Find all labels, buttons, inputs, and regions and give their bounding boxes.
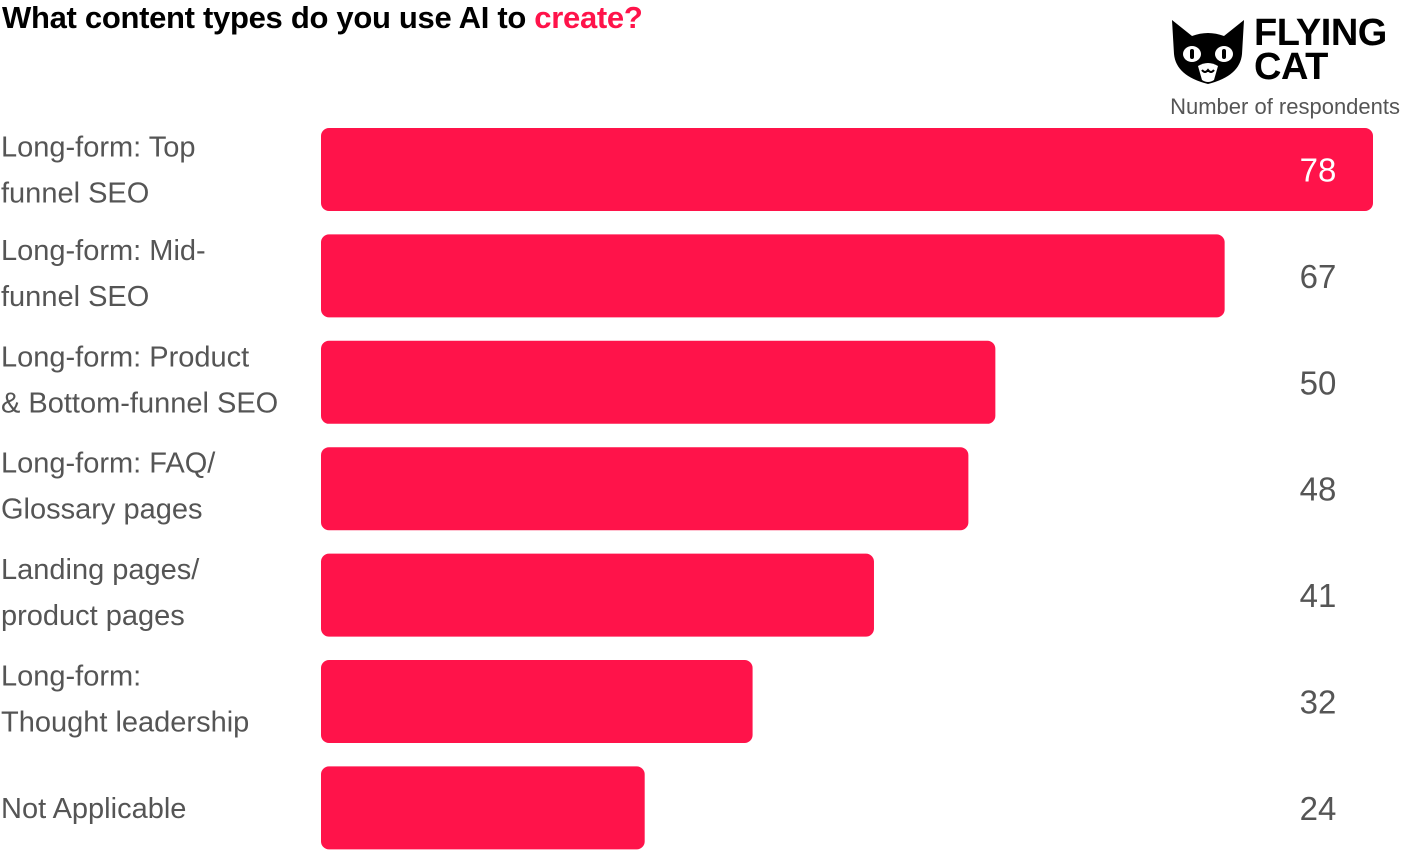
category-label: Long-form: Top funnel SEO	[1, 132, 196, 210]
bar	[321, 447, 969, 531]
bar	[321, 128, 1373, 211]
bar-row: Long-form: Mid-funnel SEO 67	[1, 234, 1337, 318]
value-label: 32	[1300, 684, 1337, 721]
bar-row: Long-form: Thought leadership 32	[1, 660, 1336, 743]
category-label: Long-form: Mid-funnel SEO	[1, 235, 206, 313]
bar	[321, 553, 874, 637]
bar	[321, 234, 1225, 318]
bar-chart: Long-form: Top funnel SEO 78 Long-form: Mid…	[1, 128, 1373, 850]
value-label: 41	[1300, 577, 1337, 614]
bar-row: Long-form: FAQ/Glossary pages 48	[1, 447, 1337, 531]
value-label: 48	[1300, 471, 1337, 508]
value-label: 50	[1300, 364, 1337, 401]
bar-row: Not Applicable 24	[1, 766, 1337, 850]
category-label: Landing pages/product pages	[1, 554, 200, 632]
bar-row: Long-form: Top funnel SEO 78	[1, 128, 1373, 211]
value-label: 24	[1300, 790, 1337, 827]
bar-row: Landing pages/product pages 41	[1, 553, 1337, 637]
bar	[321, 340, 996, 424]
bar-row: Long-form: Product & Bottom-funnel SEO 50	[1, 340, 1337, 424]
category-label: Not Applicable	[1, 793, 186, 825]
value-label: 67	[1300, 258, 1337, 295]
value-label: 78	[1300, 152, 1337, 189]
category-label: Long-form: FAQ/Glossary pages	[1, 448, 216, 526]
category-label: Long-form: Thought leadership	[1, 661, 249, 739]
bar	[321, 660, 753, 743]
category-label: Long-form: Product & Bottom-funnel SEO	[1, 341, 278, 419]
bar	[321, 766, 645, 850]
